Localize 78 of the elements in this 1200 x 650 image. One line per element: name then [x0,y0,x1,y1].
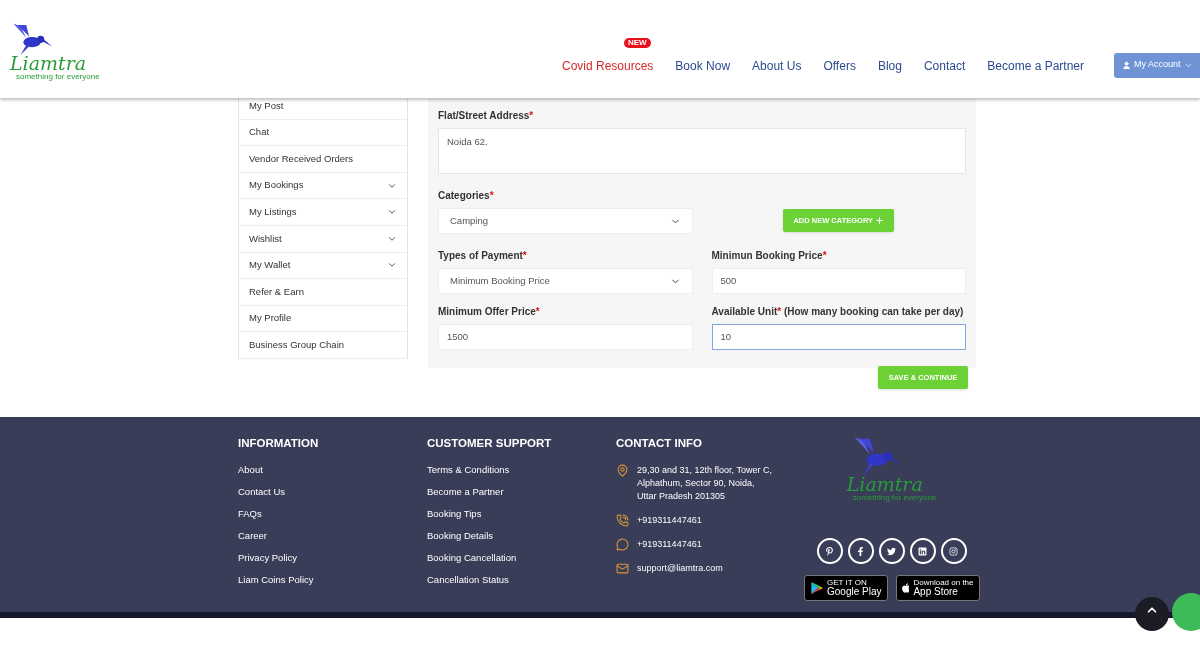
instagram-icon [949,546,958,556]
footer-link[interactable]: Contact Us [238,486,427,509]
select-field[interactable]: Camping [438,208,693,234]
contact-text: +919311447461 [637,514,702,528]
store-name: Google Play [827,587,882,597]
nav-link[interactable]: Become a Partner [987,59,1084,73]
user-icon [1122,60,1131,70]
twitter-icon [887,546,896,556]
instagram-button[interactable] [940,538,967,564]
sidebar-item[interactable]: My Post [239,98,407,120]
input-field[interactable]: 500 [711,268,966,294]
footer-link[interactable]: FAQs [238,508,427,531]
field-label: Flat/Street Address* [438,109,535,123]
facebook-icon [856,546,865,556]
twitter-button[interactable] [878,538,905,564]
facebook-button[interactable] [847,538,874,564]
contact-text: 29,30 and 31, 12th floor, Tower C, Alphathum, Sector 90, Noida, Uttar Pradesh 201305 [637,464,772,504]
chat-bubble-icon [616,538,629,552]
contact-text: support@liamtra.com [637,562,723,576]
footer-link[interactable]: Liam Coins Policy [238,574,427,597]
address-textarea[interactable]: Noida 62. [438,128,966,174]
nav-link[interactable]: Contact [923,59,966,73]
footer-link[interactable]: Booking Cancellation [427,552,616,575]
field-label: Categories* [438,189,495,203]
pinterest-button[interactable] [816,538,843,564]
footer-heading: INFORMATION [238,436,320,451]
new-badge: NEW [624,38,651,48]
apple-icon [901,581,910,595]
field-label: Available Unit* (How many booking can take per day) [711,305,965,319]
footer-heading: CONTACT INFO [616,436,704,451]
logo-text: Liamtra [10,53,87,73]
sidebar-item[interactable]: My Wallet [239,252,407,280]
footer-link[interactable]: Privacy Policy [238,552,427,575]
store-small-text: Download on the [913,579,974,587]
sidebar-item[interactable]: My Bookings [239,172,407,200]
phone-icon [616,514,629,528]
sidebar-item[interactable]: Chat [239,119,407,147]
logo-tagline: something for everyone [16,72,100,81]
scroll-top-button[interactable] [1135,597,1169,631]
select-field[interactable]: Minimum Booking Price [438,268,693,294]
nav-link[interactable]: Blog [877,59,902,73]
plus-icon [875,216,885,225]
nav-link[interactable]: About Us [752,59,802,73]
linkedin-icon [918,546,927,556]
logo-text: Liamtra [846,475,923,494]
nav-link[interactable]: Book Now [675,59,731,73]
sidebar-item[interactable]: My Listings [239,199,407,226]
footer-link[interactable]: Cancellation Status [427,574,616,597]
play-icon [809,581,823,595]
footer-link[interactable]: Become a Partner [427,486,616,509]
map-pin-icon [616,464,629,478]
store-badge[interactable]: Download on the App Store [895,575,980,601]
sidebar-item[interactable]: My Profile [239,305,407,333]
linkedin-button[interactable] [909,538,936,564]
contact-text: +919311447461 [637,538,702,552]
sidebar-item[interactable]: Refer & Earn [239,279,407,306]
footer-link[interactable]: Terms & Conditions [427,464,616,487]
mail-icon [616,562,629,576]
nav-link[interactable]: Offers [823,59,856,73]
sidebar-item[interactable]: Business Group Chain [239,332,407,359]
nav-link[interactable]: Covid Resources [562,59,654,73]
footer-link[interactable]: Career [238,530,427,553]
pinterest-icon [825,546,834,556]
input-field[interactable]: 10 [711,324,966,350]
footer-heading: CUSTOMER SUPPORT [427,436,553,451]
logo-tagline: something for everyone [852,494,937,502]
field-label: Minimun Booking Price* [711,249,828,263]
footer-link[interactable]: Booking Tips [427,508,616,531]
store-name: App Store [913,587,959,597]
sidebar-item[interactable]: Vendor Received Orders [239,146,407,173]
sidebar-item[interactable]: Wishlist [239,225,407,253]
field-label: Types of Payment* [438,249,528,263]
footer-link[interactable]: Booking Details [427,530,616,553]
store-badge[interactable]: GET IT ON Google Play [803,575,888,601]
field-label: Minimum Offer Price* [438,305,541,319]
footer-link[interactable]: About [238,464,427,487]
input-field[interactable]: 1500 [438,324,693,350]
store-small-text: GET IT ON [827,579,868,587]
